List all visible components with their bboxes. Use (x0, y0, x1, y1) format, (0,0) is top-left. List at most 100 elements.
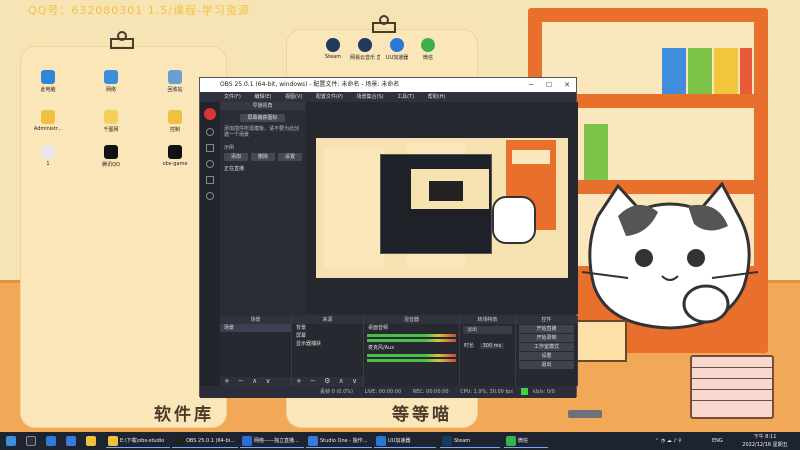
monitor-base (568, 410, 602, 418)
app-label: Studio One - 独作... (320, 438, 368, 444)
start-recording-button[interactable]: 开始录制 (519, 334, 574, 342)
studio-mode-button[interactable]: 工作室模式 (519, 343, 574, 351)
desktop-shortcut[interactable]: 控制 (160, 110, 190, 133)
shortcut-label: 回收站 (167, 87, 183, 93)
language-indicator[interactable]: ENG (712, 432, 723, 450)
transitions-header: 转场特效 (460, 316, 515, 324)
desktop-shortcut[interactable]: obs-game (160, 145, 190, 167)
shortcut-icon (168, 145, 182, 159)
settings-button[interactable]: 设置 (519, 352, 574, 360)
window-title[interactable]: OBS 25.0.1 (64-bit, windows) - 配置文件: 未命名… (200, 78, 576, 92)
preview-area[interactable] (306, 102, 578, 314)
app-icon (376, 436, 386, 446)
menu-tools[interactable]: 工具(T) (397, 94, 414, 100)
add-button[interactable]: 添加 (224, 153, 248, 161)
shortcut-icon (41, 145, 55, 159)
shortcut-icon (104, 110, 118, 124)
obs-window[interactable]: OBS 25.0.1 (64-bit, windows) - 配置文件: 未命名… (199, 77, 578, 398)
cpu-usage: CPU: 1.9%, 30.00 fps (460, 389, 513, 395)
settings-icon[interactable] (206, 192, 214, 200)
scenes-toolbar[interactable]: + − ∧ ∨ (220, 377, 291, 386)
app-label: Steam (454, 438, 471, 444)
shortcut-icon (358, 38, 372, 52)
monitor-screen (575, 320, 627, 362)
system-tray-icons[interactable]: ⌃ ◔ ☁ ♪ ⚲ (655, 432, 682, 450)
menu-scene-collection[interactable]: 场景集合(S) (356, 94, 383, 100)
desktop-shortcut[interactable]: 千图网 (96, 110, 126, 133)
menu-profile[interactable]: 配置文件(P) (316, 94, 343, 100)
maximize-icon[interactable]: ☐ (540, 78, 558, 92)
transitions-dock: 转场特效 淡出 时长 300 ms (460, 316, 516, 386)
clock[interactable]: 下午 8:11 2022/12/16 星期五 (740, 433, 790, 449)
taskbar-app[interactable]: Studio One - 独作... (306, 434, 372, 448)
start-icon[interactable] (6, 436, 16, 446)
desktop-shortcut[interactable]: 网易云音乐 直播助手 (350, 38, 380, 61)
desktop-shortcut[interactable]: 1 (33, 145, 63, 167)
audio-meter (367, 339, 456, 342)
controls-dock: 控件 开始直播 开始录制 工作室模式 设置 退出 (516, 316, 578, 386)
transition-select[interactable]: 淡出 (463, 326, 512, 334)
search-icon[interactable] (26, 436, 36, 446)
close-icon[interactable]: ✕ (558, 78, 576, 92)
menu-help[interactable]: 帮助(H) (428, 94, 446, 100)
edge-icon[interactable] (46, 436, 56, 446)
desktop-shortcut[interactable]: 回收站 (160, 70, 190, 93)
browser-icon[interactable] (66, 436, 76, 446)
shortcut-label: Administr... (33, 126, 63, 132)
left-plugin-panel: 导播视角 屏幕捕获图标 添加插件所需模板，请不要为此创建一个场景 示例 添加 删… (220, 102, 305, 314)
shortcut-label: 千图网 (103, 127, 119, 133)
shortcut-icon (168, 70, 182, 84)
desktop-shortcut[interactable]: UU加速器 (382, 38, 412, 61)
shortcut-label: 微信 (422, 55, 433, 61)
taskbar-app[interactable]: OBS 25.0.1 (64-bi... (172, 434, 238, 448)
explorer-icon[interactable] (86, 436, 96, 446)
plugin-sidebar (200, 102, 220, 398)
taskbar-app[interactable]: Steam (440, 434, 500, 448)
scene-item[interactable]: 场景 (220, 324, 291, 332)
desktop-shortcut[interactable]: 此电脑 (33, 70, 63, 93)
plugin-logo-icon[interactable] (204, 108, 216, 120)
duration-input[interactable]: 300 ms (479, 343, 505, 349)
app-icon (174, 436, 184, 446)
gear-icon[interactable] (206, 128, 214, 136)
desktop-shortcut[interactable]: 腾讯QQ (96, 145, 126, 168)
menu-view[interactable]: 视图(V) (285, 94, 302, 100)
taskbar-app[interactable]: 微信 (504, 434, 548, 448)
source-item[interactable]: 屏幕 (292, 332, 363, 340)
desktop-shortcut[interactable]: 网络 (96, 70, 126, 93)
shortcut-label: 此电脑 (40, 87, 56, 93)
sources-toolbar[interactable]: + − ⚙ ∧ ∨ (292, 377, 363, 386)
exit-button[interactable]: 退出 (519, 361, 574, 369)
taskbar-app[interactable]: UU加速器 (374, 434, 436, 448)
folder-icon[interactable] (206, 176, 214, 184)
globe-icon[interactable] (206, 160, 214, 168)
desktop-shortcut[interactable]: Administr... (33, 110, 63, 132)
panel-list-item[interactable]: 正在直播 (224, 165, 244, 172)
taskbar-app[interactable]: E:\下载\obs-studio (106, 434, 170, 448)
desktop-shortcut[interactable]: Steam (318, 38, 348, 60)
preview-canvas[interactable] (316, 138, 568, 278)
menu-edit[interactable]: 编辑(E) (254, 94, 271, 100)
shortcut-label: Steam (324, 54, 342, 60)
delete-button[interactable]: 删除 (251, 153, 275, 161)
sources-header: 来源 (292, 316, 363, 324)
app-icon (506, 436, 516, 446)
app-icon (108, 436, 118, 446)
start-streaming-button[interactable]: 开始直播 (519, 325, 574, 333)
screen-capture-button[interactable]: 屏幕捕获图标 (240, 114, 285, 122)
bitrate: kb/s: 0/0 (533, 389, 555, 395)
source-item[interactable]: 背景 (292, 324, 363, 332)
menu-file[interactable]: 文件(F) (224, 94, 241, 100)
live-time: LIVE: 00:00:00 (364, 389, 402, 395)
box-icon[interactable] (206, 144, 214, 152)
scenes-dock: 场景 场景 + − ∧ ∨ (220, 316, 292, 386)
app-label: E:\下载\obs-studio (120, 438, 165, 444)
app-label: OBS 25.0.1 (64-bi... (186, 438, 235, 444)
app-label: 网络——独立直播... (254, 438, 299, 444)
taskbar-app[interactable]: 网络——独立直播... (240, 434, 304, 448)
minimize-icon[interactable]: ─ (522, 78, 540, 92)
mixer-channel-label: 麦克风/Aux (368, 345, 395, 351)
settings-button[interactable]: 设置 (278, 153, 302, 161)
desktop-shortcut[interactable]: 微信 (413, 38, 443, 61)
source-item[interactable]: 显示器捕获 (292, 340, 363, 348)
